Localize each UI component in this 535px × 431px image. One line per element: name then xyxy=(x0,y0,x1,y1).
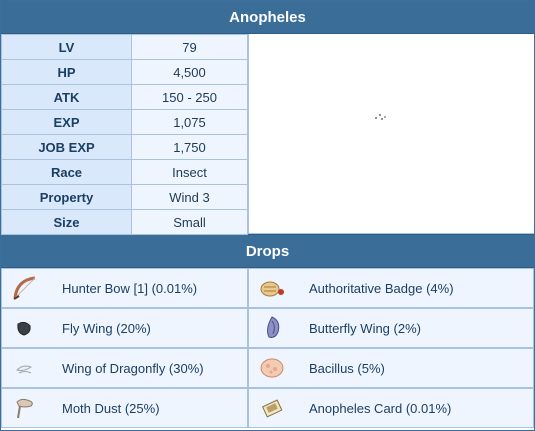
bow-icon xyxy=(10,273,40,303)
stat-value: 150 - 250 xyxy=(131,84,248,110)
stat-value: Wind 3 xyxy=(131,184,248,210)
stat-row: Property Wind 3 xyxy=(1,184,248,210)
stat-row: HP 4,500 xyxy=(1,59,248,85)
drop-label: Hunter Bow [1] (0.01%) xyxy=(62,280,198,296)
drop-item[interactable]: Anopheles Card (0.01%) xyxy=(248,388,534,428)
moth-dust-icon xyxy=(10,393,40,423)
stat-value: Insect xyxy=(131,159,248,185)
drop-label: Bacillus (5%) xyxy=(309,360,385,376)
badge-icon xyxy=(257,273,287,303)
monster-sprite-icon xyxy=(375,114,386,120)
drop-label: Authoritative Badge (4%) xyxy=(309,280,454,296)
drop-item[interactable]: Moth Dust (25%) xyxy=(1,388,248,428)
butterfly-wing-icon xyxy=(257,313,287,343)
stat-value: Small xyxy=(131,209,248,235)
monster-name-header: Anopheles xyxy=(1,1,534,34)
drop-item[interactable]: Wing of Dragonfly (30%) xyxy=(1,348,248,388)
monster-sprite xyxy=(248,34,534,234)
drop-item[interactable]: Authoritative Badge (4%) xyxy=(248,268,534,308)
drops-grid: Hunter Bow [1] (0.01%) Authoritative Bad… xyxy=(1,268,534,428)
stat-label: Property xyxy=(1,184,132,210)
drop-label: Anopheles Card (0.01%) xyxy=(309,400,452,416)
stat-label: HP xyxy=(1,59,132,85)
drop-label: Fly Wing (20%) xyxy=(62,320,151,336)
drop-item[interactable]: Fly Wing (20%) xyxy=(1,308,248,348)
bacillus-icon xyxy=(257,353,287,383)
drop-item[interactable]: Bacillus (5%) xyxy=(248,348,534,388)
drop-item[interactable]: Hunter Bow [1] (0.01%) xyxy=(1,268,248,308)
drop-item[interactable]: Butterfly Wing (2%) xyxy=(248,308,534,348)
monster-name: Anopheles xyxy=(229,8,306,26)
stat-value: 4,500 xyxy=(131,59,248,85)
drops-header: Drops xyxy=(1,234,534,268)
stat-label: JOB EXP xyxy=(1,134,132,160)
drop-label: Wing of Dragonfly (30%) xyxy=(62,360,204,376)
dragonfly-wing-icon xyxy=(10,353,40,383)
stats-section: LV 79 HP 4,500 ATK 150 - 250 EXP 1,075 JOB E… xyxy=(1,34,534,235)
stat-row: LV 79 xyxy=(1,34,248,60)
stat-label: Size xyxy=(1,209,132,235)
stat-row: JOB EXP 1,750 xyxy=(1,134,248,160)
stat-value: 1,750 xyxy=(131,134,248,160)
drops-title: Drops xyxy=(245,242,290,260)
fly-wing-icon xyxy=(10,313,40,343)
stat-label: EXP xyxy=(1,109,132,135)
stat-label: LV xyxy=(1,34,132,60)
stat-label: ATK xyxy=(1,84,132,110)
stats-table: LV 79 HP 4,500 ATK 150 - 250 EXP 1,075 JOB E… xyxy=(1,34,248,235)
monster-info-panel: Anopheles LV 79 HP 4,500 ATK 150 - 250 EXP 1… xyxy=(0,0,535,431)
stat-row: EXP 1,075 xyxy=(1,109,248,135)
stat-label: Race xyxy=(1,159,132,185)
stat-value: 1,075 xyxy=(131,109,248,135)
drop-label: Moth Dust (25%) xyxy=(62,400,160,416)
stat-row: ATK 150 - 250 xyxy=(1,84,248,110)
stat-value: 79 xyxy=(131,34,248,60)
drop-label: Butterfly Wing (2%) xyxy=(309,320,421,336)
stat-row: Race Insect xyxy=(1,159,248,185)
card-icon xyxy=(257,393,287,423)
stat-row: Size Small xyxy=(1,209,248,235)
